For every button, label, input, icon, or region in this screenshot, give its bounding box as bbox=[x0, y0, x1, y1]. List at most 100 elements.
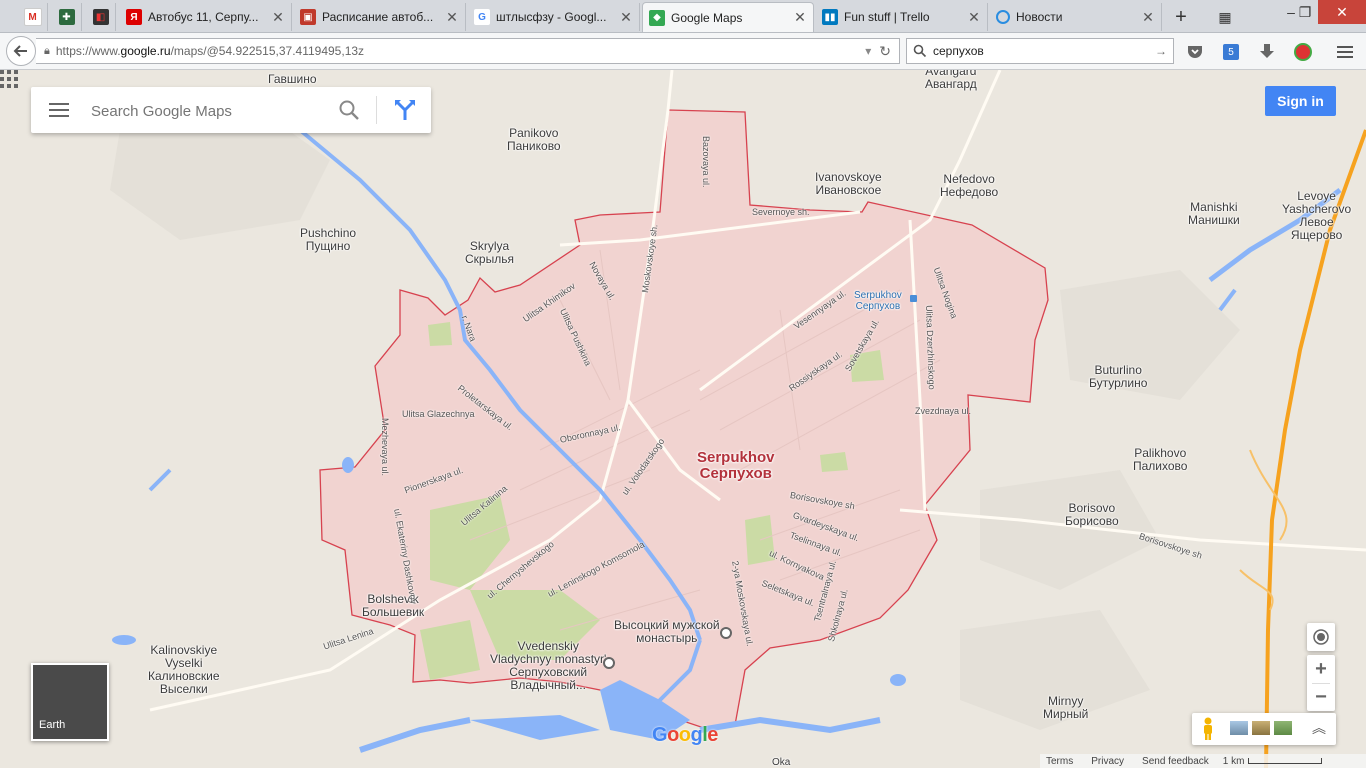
new-tab-button[interactable]: + bbox=[1166, 3, 1196, 31]
scale-bar bbox=[1248, 758, 1323, 764]
layer-thumbnail-photo[interactable] bbox=[1274, 721, 1292, 735]
close-icon[interactable]: ✕ bbox=[445, 9, 459, 26]
url-domain: google.ru bbox=[120, 44, 171, 58]
dropdown-icon[interactable]: ▾ bbox=[865, 44, 871, 58]
place-manishki[interactable]: Manishki Манишки bbox=[1188, 201, 1240, 227]
place-monastery-vvedensky[interactable]: Vvedenskiy Vladychnyy monastyr' Серпухов… bbox=[490, 640, 606, 692]
tab-google-maps[interactable]: ◆ Google Maps ✕ bbox=[642, 2, 814, 32]
place-pushchino[interactable]: Pushchino Пущино bbox=[300, 227, 356, 253]
street-label: Ulitsa Glazechnya bbox=[402, 409, 475, 419]
place-palikhovo[interactable]: Palikhovo Палихово bbox=[1133, 447, 1187, 473]
place-panikovo[interactable]: Panikovo Паниково bbox=[507, 127, 561, 153]
apps-grid-icon[interactable] bbox=[0, 70, 18, 88]
expand-chevron-icon[interactable]: ︽ bbox=[1312, 718, 1326, 738]
restore-button[interactable]: ❐ bbox=[1290, 0, 1320, 24]
street-label: Mezhevaya ul. bbox=[380, 418, 390, 477]
poi-marker-icon[interactable] bbox=[720, 627, 732, 639]
tab-label: Новости bbox=[1016, 10, 1063, 24]
tab-label: Fun stuff | Trello bbox=[844, 10, 930, 24]
close-icon[interactable]: ✕ bbox=[1141, 9, 1155, 26]
google-icon: G bbox=[474, 9, 490, 25]
tab-news[interactable]: Новости ✕ bbox=[990, 3, 1162, 31]
calendar-icon[interactable]: 5 bbox=[1220, 41, 1242, 63]
close-icon[interactable]: ✕ bbox=[619, 9, 633, 26]
earth-view-toggle[interactable]: Earth bbox=[31, 663, 109, 741]
place-oka[interactable]: Oka bbox=[772, 758, 790, 768]
url-text[interactable]: https://www.google.ru/maps/@54.922515,37… bbox=[56, 44, 865, 58]
place-avangard[interactable]: Avangard Авангард bbox=[925, 70, 977, 91]
gmail-icon: M bbox=[23, 8, 42, 26]
my-location-button[interactable] bbox=[1307, 623, 1335, 651]
place-kalinovskiye[interactable]: Kalinovskiye Vyselki Калиновские Выселки bbox=[148, 644, 220, 696]
url-prefix: https://www. bbox=[55, 44, 121, 58]
location-icon bbox=[1313, 629, 1329, 645]
place-nefedovo[interactable]: Nefedovo Нефедово bbox=[940, 173, 998, 199]
maps-search-input[interactable] bbox=[89, 97, 333, 125]
browser-search-bar[interactable]: серпухов → bbox=[906, 38, 1174, 64]
station-serpukhov[interactable]: Serpukhov Серпухов bbox=[854, 290, 902, 312]
directions-icon[interactable] bbox=[393, 98, 417, 122]
yandex-icon: Я bbox=[126, 9, 142, 25]
feedback-link[interactable]: Send feedback bbox=[1142, 756, 1209, 767]
tab-pinned-tool[interactable]: ✚ bbox=[52, 3, 82, 31]
layer-thumbnail-satellite[interactable] bbox=[1230, 721, 1248, 735]
close-icon[interactable]: ✕ bbox=[793, 9, 807, 26]
google-logo: Google bbox=[652, 724, 718, 746]
city-label[interactable]: Serpukhov Серпухов bbox=[697, 450, 775, 482]
close-icon[interactable]: ✕ bbox=[967, 9, 981, 26]
tab-groups-icon[interactable]: ▦ bbox=[1210, 3, 1240, 31]
extension-icon[interactable] bbox=[1292, 41, 1314, 63]
tab-pinned-gmail[interactable]: M bbox=[18, 3, 48, 31]
place-buturlino[interactable]: Buturlino Бутурлино bbox=[1089, 364, 1147, 390]
scale-label: 1 km bbox=[1222, 755, 1245, 767]
divider bbox=[376, 96, 377, 124]
loading-icon bbox=[996, 10, 1010, 24]
sign-in-button[interactable]: Sign in bbox=[1265, 86, 1336, 116]
place-gavshino[interactable]: Гавшино bbox=[268, 73, 317, 86]
layer-thumbnail-terrain[interactable] bbox=[1252, 721, 1270, 735]
street-label: Zvezdnaya ul. bbox=[915, 406, 972, 416]
place-ivanovskoye[interactable]: Ivanovskoye Ивановское bbox=[815, 171, 882, 197]
menu-icon[interactable] bbox=[49, 101, 69, 119]
close-window-button[interactable]: ✕ bbox=[1318, 0, 1366, 24]
pocket-icon[interactable] bbox=[1184, 41, 1206, 63]
zoom-in-button[interactable]: + bbox=[1307, 655, 1335, 683]
zoom-out-button[interactable]: − bbox=[1307, 683, 1335, 711]
maps-search-box bbox=[31, 87, 431, 133]
navigation-bar: 🔒︎ https://www.google.ru/maps/@54.922515… bbox=[0, 33, 1366, 70]
tab-label: штлысфзу - Googl... bbox=[496, 10, 607, 24]
tab-label: Расписание автоб... bbox=[322, 10, 434, 24]
url-bar[interactable]: 🔒︎ https://www.google.ru/maps/@54.922515… bbox=[36, 38, 900, 64]
tab-bus-route[interactable]: Я Автобус 11, Серпу... ✕ bbox=[120, 3, 292, 31]
earth-label: Earth bbox=[39, 719, 66, 731]
bus-icon: ▣ bbox=[300, 9, 316, 25]
tab-google-search[interactable]: G штлысфзу - Googl... ✕ bbox=[468, 3, 640, 31]
tab-label: Google Maps bbox=[671, 10, 743, 25]
tab-pinned-app[interactable]: ◧ bbox=[86, 3, 116, 31]
tab-trello[interactable]: ▮▮ Fun stuff | Trello ✕ bbox=[816, 3, 988, 31]
go-arrow-icon[interactable]: → bbox=[1155, 44, 1167, 58]
train-station-icon[interactable] bbox=[910, 295, 917, 302]
hamburger-menu-icon[interactable] bbox=[1334, 41, 1356, 63]
place-monastery-vysotsky[interactable]: Высоцкий мужской монастырь bbox=[614, 619, 720, 645]
terms-link[interactable]: Terms bbox=[1046, 756, 1073, 767]
search-icon[interactable] bbox=[337, 98, 361, 122]
map-canvas[interactable]: Гавшино Avangard Авангард Panikovo Паник… bbox=[0, 70, 1366, 768]
layers-bar: ︽ bbox=[1192, 713, 1336, 745]
place-mirnyy[interactable]: Mirnyy Мирный bbox=[1043, 695, 1088, 721]
reload-icon[interactable]: ↻ bbox=[879, 43, 891, 60]
place-borisovo[interactable]: Borisovo Борисово bbox=[1065, 502, 1119, 528]
lock-icon: 🔒︎ bbox=[44, 44, 50, 57]
pegman-icon[interactable] bbox=[1200, 717, 1216, 741]
city-label-en: Serpukhov bbox=[697, 449, 775, 466]
place-skrylya[interactable]: Skrylya Скрылья bbox=[465, 240, 514, 266]
close-icon[interactable]: ✕ bbox=[271, 9, 285, 26]
browser-search-value[interactable]: серпухов bbox=[933, 44, 1155, 58]
download-icon[interactable] bbox=[1256, 41, 1278, 63]
place-levoye[interactable]: Levoye Yashcherovo Левое Ящерово bbox=[1282, 190, 1351, 242]
app-icon: ◧ bbox=[92, 9, 109, 25]
privacy-link[interactable]: Privacy bbox=[1091, 756, 1124, 767]
tab-bus-schedule[interactable]: ▣ Расписание автоб... ✕ bbox=[294, 3, 466, 31]
back-button[interactable] bbox=[6, 36, 36, 66]
poi-marker-icon[interactable] bbox=[603, 657, 615, 669]
